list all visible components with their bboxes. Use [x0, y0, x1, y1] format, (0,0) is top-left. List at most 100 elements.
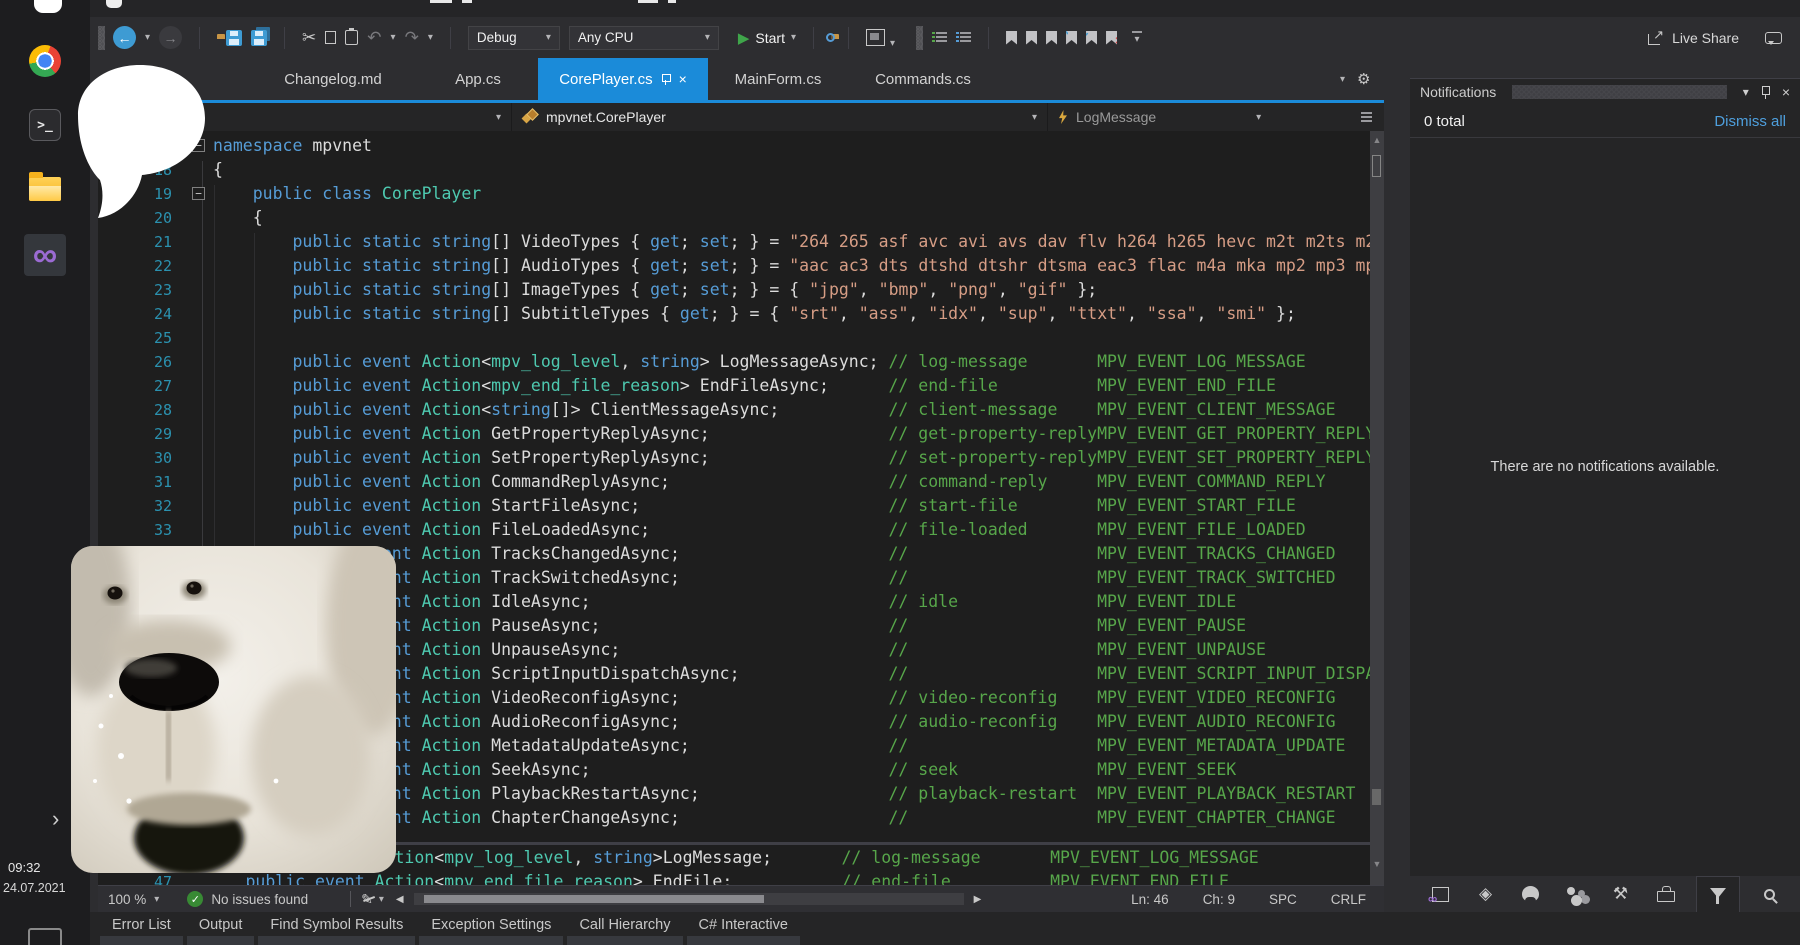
code-line-22[interactable]: 22 public static string[] AudioTypes { g…: [98, 254, 1384, 278]
cut-button[interactable]: ✂: [302, 29, 316, 46]
tab-CorePlayer.cs[interactable]: CorePlayer.cs×: [538, 58, 708, 100]
code-line-32[interactable]: 32 public event Action StartFileAsync;//…: [98, 494, 1384, 518]
toolbox-icon[interactable]: [1651, 879, 1681, 909]
save-all-button[interactable]: [251, 30, 267, 46]
editor-splitter-icon[interactable]: [1361, 112, 1374, 122]
taskbar-item-chrome[interactable]: [24, 40, 66, 82]
bottom-tab-output[interactable]: Output: [187, 912, 255, 945]
scroll-left-icon[interactable]: ◀: [396, 894, 404, 905]
space-mode-indicator[interactable]: SPC: [1269, 892, 1297, 907]
search-icon[interactable]: [1755, 879, 1785, 909]
solution-configuration-combo[interactable]: Debug ▾: [468, 26, 560, 50]
start-caret[interactable]: ▾: [791, 32, 796, 43]
wrench-icon[interactable]: ⚒: [1606, 879, 1636, 909]
preview-selector-icon[interactable]: [866, 29, 885, 46]
code-line-17[interactable]: 17−namespace mpvnet: [98, 134, 1384, 158]
code-line-19[interactable]: 19− public class CorePlayer: [98, 182, 1384, 206]
undo-button[interactable]: ↶: [367, 29, 381, 46]
code-line-28[interactable]: 28 public event Action<string[]> ClientM…: [98, 398, 1384, 422]
start-debugging-button[interactable]: ▶ Start ▾: [738, 29, 796, 47]
member-dropdown[interactable]: LogMessage ▾: [1048, 103, 1384, 131]
live-share-button[interactable]: ↗ Live Share: [1648, 30, 1739, 46]
copy-button[interactable]: [325, 31, 336, 44]
redo-caret[interactable]: ▾: [428, 32, 433, 43]
scroll-down-icon[interactable]: ▼: [1370, 859, 1384, 869]
indent-lines-icon-2[interactable]: [956, 31, 971, 44]
code-line-23[interactable]: 23 public static string[] ImageTypes { g…: [98, 278, 1384, 302]
save-button[interactable]: [226, 30, 242, 46]
navigate-back-button[interactable]: ←: [113, 26, 136, 49]
github-icon[interactable]: [1516, 879, 1546, 909]
taskbar-expand-chevron[interactable]: ›: [52, 806, 59, 832]
taskbar-monitor-icon[interactable]: [28, 928, 62, 945]
code-cleanup-icon[interactable]: ✎: [361, 891, 373, 908]
bottom-tab-c-interactive[interactable]: C# Interactive: [687, 912, 800, 945]
solution-platform-combo[interactable]: Any CPU ▾: [569, 26, 719, 50]
navigate-back-caret[interactable]: ▾: [145, 32, 150, 43]
code-line-27[interactable]: 27 public event Action<mpv_end_file_reas…: [98, 374, 1384, 398]
line-ending-indicator[interactable]: CRLF: [1331, 892, 1366, 907]
code-line-20[interactable]: 20 {: [98, 206, 1384, 230]
filter-tab-selected[interactable]: [1696, 876, 1740, 912]
code-line-30[interactable]: 30 public event Action SetPropertyReplyA…: [98, 446, 1384, 470]
preview-caret[interactable]: ▾: [890, 38, 895, 49]
scroll-right-icon[interactable]: ▶: [974, 894, 982, 905]
indent-lines-icon-1[interactable]: [932, 31, 947, 44]
taskbar-item-file-explorer[interactable]: [24, 168, 66, 210]
code-line-18[interactable]: 18{: [98, 158, 1384, 182]
bottom-tab-exception-settings[interactable]: Exception Settings: [419, 912, 563, 945]
navigate-forward-button[interactable]: →: [159, 26, 182, 49]
code-line-26[interactable]: 26 public event Action<mpv_log_level, st…: [98, 350, 1384, 374]
clear-bookmarks-icon[interactable]: ✕: [1106, 31, 1117, 45]
horizontal-scrollbar-thumb[interactable]: [424, 895, 764, 903]
vs-window-icon[interactable]: ∞: [1426, 879, 1456, 909]
taskbar-item-visual-studio[interactable]: ∞: [24, 234, 66, 276]
bottom-tab-error-list[interactable]: Error List: [100, 912, 183, 945]
code-line-29[interactable]: 29 public event Action GetPropertyReplyA…: [98, 422, 1384, 446]
next-bookmark-icon[interactable]: ▸: [1046, 31, 1057, 45]
dismiss-all-link[interactable]: Dismiss all: [1714, 113, 1786, 130]
undo-caret[interactable]: ▾: [391, 32, 396, 43]
close-icon[interactable]: ×: [1782, 84, 1790, 100]
vertical-scrollbar[interactable]: ▲ ▼: [1370, 131, 1384, 885]
toggle-bookmark-icon[interactable]: [1006, 31, 1017, 45]
next-bookmark-folder-icon[interactable]: ↷: [1086, 31, 1097, 45]
team-icon[interactable]: [1561, 879, 1591, 909]
scrollbar-thumb[interactable]: [1372, 155, 1381, 177]
git-changes-icon[interactable]: ◈: [1471, 879, 1501, 909]
notifications-titlebar[interactable]: Notifications ▾ ×: [1410, 79, 1800, 105]
tab-App.cs[interactable]: App.cs: [418, 58, 538, 100]
taskbar-clock-time[interactable]: 09:32: [0, 860, 86, 875]
tab-pin-icon[interactable]: [661, 73, 671, 85]
tab-MainForm.cs[interactable]: MainForm.cs: [708, 58, 848, 100]
zoom-caret-icon[interactable]: ▾: [154, 894, 159, 905]
type-dropdown[interactable]: mpvnet.CorePlayer ▾: [512, 103, 1048, 131]
scroll-up-icon[interactable]: ▲: [1370, 135, 1384, 145]
code-line-33[interactable]: 33 public event Action FileLoadedAsync;/…: [98, 518, 1384, 542]
horizontal-scrollbar[interactable]: [414, 893, 964, 905]
toolbar-drag-handle[interactable]: [98, 26, 105, 50]
previous-bookmark-folder-icon[interactable]: ↶: [1066, 31, 1077, 45]
tab-list-caret[interactable]: ▾: [1340, 74, 1345, 85]
panel-options-caret[interactable]: ▾: [1743, 85, 1749, 99]
toolbar-overflow-button[interactable]: ▾: [1132, 31, 1142, 45]
code-line-31[interactable]: 31 public event Action CommandReplyAsync…: [98, 470, 1384, 494]
tab-Commands.cs[interactable]: Commands.cs: [848, 58, 998, 100]
issues-status-text[interactable]: No issues found: [211, 892, 308, 907]
code-line-24[interactable]: 24 public static string[] SubtitleTypes …: [98, 302, 1384, 326]
taskbar-item-terminal[interactable]: >_: [24, 104, 66, 146]
toolbar-drag-handle[interactable]: [916, 26, 923, 50]
code-line-21[interactable]: 21 public static string[] VideoTypes { g…: [98, 230, 1384, 254]
code-cleanup-caret[interactable]: ▾: [379, 894, 384, 905]
paste-button[interactable]: [345, 30, 358, 45]
scrollbar-thumb-bottom-pane[interactable]: [1372, 789, 1381, 805]
taskbar-clock-date[interactable]: 24.07.2021: [0, 881, 90, 895]
zoom-level-combo[interactable]: 100 %: [108, 892, 146, 907]
previous-bookmark-icon[interactable]: ◂: [1026, 31, 1037, 45]
redo-button[interactable]: ↷: [405, 29, 419, 46]
pin-icon[interactable]: [1761, 86, 1770, 99]
settings-gear-icon[interactable]: ⚙: [1357, 71, 1370, 88]
bottom-tab-call-hierarchy[interactable]: Call Hierarchy: [567, 912, 682, 945]
feedback-icon[interactable]: [1765, 32, 1782, 44]
code-line-25[interactable]: 25: [98, 326, 1384, 350]
